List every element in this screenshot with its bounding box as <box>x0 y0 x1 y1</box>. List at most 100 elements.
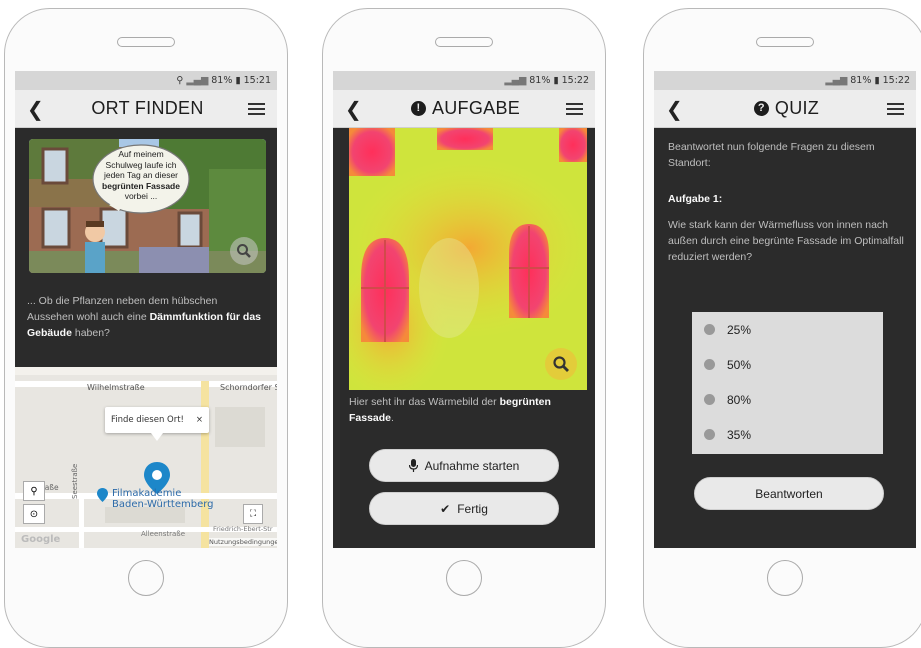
phone-frame-quiz: ▂▄▆ 81% ▮ 15:22 ❮ ? QUIZ Beantwortet nun … <box>643 8 921 648</box>
home-button[interactable] <box>446 560 482 596</box>
quiz-intro: Beantwortet nun folgende Fragen zu diese… <box>668 141 875 169</box>
map-terms-link[interactable]: Nutzungsbedingungen <box>209 538 277 546</box>
quiz-question: Wie stark kann der Wärmefluss von innen … <box>668 219 904 263</box>
phone-frame-ort-finden: ⚲ ▂▄▆ 81% ▮ 15:21 ❮ ORT FINDEN Auf meine… <box>4 8 288 648</box>
street-label-top: Wilhelmstraße <box>87 383 145 392</box>
zoom-button[interactable] <box>230 237 258 265</box>
speech-line-2: Schulweg laufe ich <box>105 159 177 170</box>
caption-normal: Hier seht ihr das Wärmebild der <box>349 396 500 408</box>
done-button[interactable]: ✔ Fertig <box>369 492 559 525</box>
locate-me-control[interactable]: ⊙ <box>23 504 45 524</box>
radio-icon <box>704 324 715 335</box>
battery-level: 81% <box>529 75 551 86</box>
question-circle-icon: ? <box>753 101 769 116</box>
answer-label: 25% <box>727 322 752 337</box>
exclamation-circle-icon: ! <box>410 101 426 116</box>
microphone-icon <box>408 459 418 472</box>
thermal-caption: Hier seht ihr das Wärmebild der begrünte… <box>349 394 585 426</box>
submit-button-label: Beantworten <box>755 486 823 501</box>
home-button[interactable] <box>767 560 803 596</box>
back-chevron-icon[interactable]: ❮ <box>27 97 47 121</box>
page-title: AUFGABE <box>431 98 521 118</box>
answer-label: 50% <box>727 357 752 372</box>
battery-level: 81% <box>211 75 233 86</box>
story-text-end: haben? <box>71 327 110 339</box>
phone-speaker <box>756 37 814 47</box>
answer-label: 35% <box>727 427 752 442</box>
map-roads <box>15 367 277 548</box>
done-button-label: Fertig <box>457 501 488 516</box>
app-bar: ❮ ORT FINDEN <box>15 90 277 128</box>
answer-option[interactable]: 25% <box>692 312 883 347</box>
story-illustration[interactable]: Auf meinem Schulweg laufe ich jeden Tag … <box>29 139 266 273</box>
app-bar: ❮ ! AUFGABE <box>333 90 595 128</box>
answer-label: 80% <box>727 392 752 407</box>
battery-icon: ▮ <box>553 75 559 86</box>
battery-icon: ▮ <box>874 75 880 86</box>
popup-close-icon[interactable]: × <box>196 415 203 425</box>
radio-icon <box>704 429 715 440</box>
hamburger-menu-icon[interactable] <box>566 100 583 118</box>
record-button-label: Aufnahme starten <box>424 458 520 473</box>
zoom-button[interactable] <box>545 348 577 380</box>
magnifier-icon <box>237 244 251 258</box>
street-label-bottom-right: Friedrich-Ebert-Str <box>213 525 273 533</box>
speech-line-1: Auf meinem <box>118 149 164 159</box>
screen-ort-finden: ⚲ ▂▄▆ 81% ▮ 15:21 ❮ ORT FINDEN Auf meine… <box>15 71 277 548</box>
battery-icon: ▮ <box>235 75 241 86</box>
location-icon: ⚲ <box>176 75 184 86</box>
answer-option[interactable]: 80% <box>692 382 883 417</box>
status-bar: ▂▄▆ 81% ▮ 15:22 <box>654 71 916 90</box>
thermal-image[interactable] <box>349 128 587 390</box>
record-button[interactable]: Aufnahme starten <box>369 449 559 482</box>
story-text: ... Ob die Pflanzen neben dem hübschen A… <box>27 293 265 341</box>
hamburger-menu-icon[interactable] <box>247 100 265 118</box>
answer-option[interactable]: 35% <box>692 417 883 452</box>
speech-line-3: jeden Tag an dieser <box>103 170 179 180</box>
fullscreen-control[interactable]: ⛶ <box>243 504 263 524</box>
submit-answer-button[interactable]: Beantworten <box>694 477 884 510</box>
poi-pin-icon <box>97 488 108 502</box>
speech-bubble-text: Auf meinem Schulweg laufe ich jeden Tag … <box>93 149 189 202</box>
map-marker-control[interactable]: ⚲ <box>23 481 45 501</box>
radio-icon <box>704 359 715 370</box>
signal-icon: ▂▄▆ <box>186 75 209 86</box>
battery-level: 81% <box>850 75 872 86</box>
map-popup[interactable]: Finde diesen Ort! × <box>105 407 209 433</box>
home-button[interactable] <box>128 560 164 596</box>
signal-icon: ▂▄▆ <box>825 75 848 86</box>
app-bar: ❮ ? QUIZ <box>654 90 916 128</box>
task-label: Aufgabe 1: <box>668 193 723 205</box>
radio-icon <box>704 394 715 405</box>
phone-speaker <box>435 37 493 47</box>
clock: 15:21 <box>243 75 271 86</box>
status-bar: ⚲ ▂▄▆ 81% ▮ 15:21 <box>15 71 277 90</box>
hamburger-menu-icon[interactable] <box>886 100 904 118</box>
speech-line-5: vorbei ... <box>124 191 158 201</box>
answer-options: 25% 50% 80% 35% <box>692 312 883 454</box>
poi-filmakademie[interactable]: Filmakademie Baden-Württemberg <box>97 488 214 510</box>
back-chevron-icon[interactable]: ❮ <box>345 97 365 121</box>
phone-speaker <box>117 37 175 47</box>
screen-quiz: ▂▄▆ 81% ▮ 15:22 ❮ ? QUIZ Beantwortet nun … <box>654 71 916 548</box>
popup-text: Finde diesen Ort! <box>110 415 184 425</box>
signal-icon: ▂▄▆ <box>504 75 527 86</box>
street-label-vertical: Seestraße <box>71 463 79 499</box>
map-view[interactable]: Wilhelmstraße Schorndorfer Str Finde die… <box>15 367 277 548</box>
answer-option[interactable]: 50% <box>692 347 883 382</box>
google-logo: Google <box>21 534 61 545</box>
checkmark-icon: ✔ <box>440 501 451 516</box>
popup-tail <box>151 433 163 441</box>
speech-line-4: begrünten Fassade <box>102 180 180 191</box>
magnifier-icon <box>553 356 569 372</box>
page-title-group: ? QUIZ <box>753 98 820 119</box>
status-bar: ▂▄▆ 81% ▮ 15:22 <box>333 71 595 90</box>
street-label-bottom: Alleenstraße <box>141 530 186 538</box>
page-title-group: ! AUFGABE <box>410 98 521 119</box>
page-title: QUIZ <box>774 98 820 118</box>
back-chevron-icon[interactable]: ❮ <box>666 97 686 121</box>
street-label-right: Schorndorfer Str <box>220 383 277 392</box>
clock: 15:22 <box>882 75 910 86</box>
caption-end: . <box>391 412 394 424</box>
page-title: ORT FINDEN <box>91 98 204 118</box>
